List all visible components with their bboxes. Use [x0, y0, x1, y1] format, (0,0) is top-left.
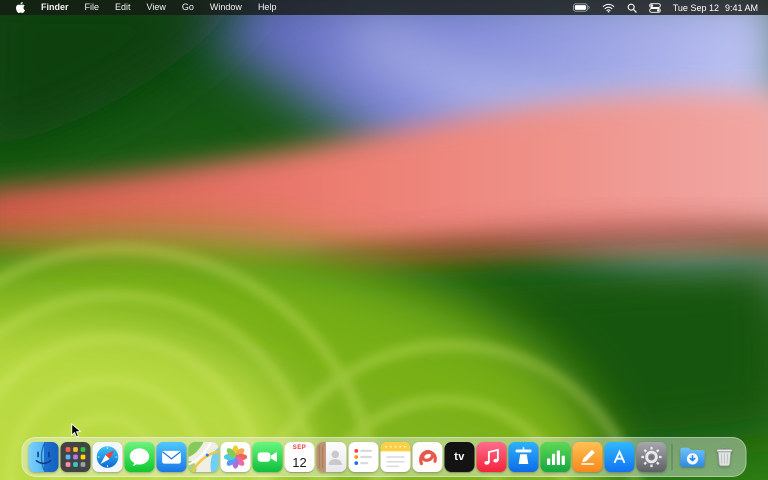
safari-icon	[92, 442, 123, 472]
date-label: Tue Sep 12	[672, 2, 719, 13]
menu-bar-left: Finder File Edit View Go Window Help	[8, 0, 284, 15]
downloads-icon	[678, 442, 708, 472]
dock-finder[interactable]	[28, 442, 59, 472]
tv-icon: tv	[444, 442, 475, 472]
trash-icon	[710, 442, 740, 472]
menu-file[interactable]: File	[77, 0, 108, 15]
dock-keynote[interactable]	[508, 442, 539, 472]
dock-appstore[interactable]	[604, 442, 635, 472]
photos-icon	[220, 442, 251, 472]
menu-bar-clock[interactable]: Tue Sep 12 9:41 AM	[667, 3, 760, 13]
menu-window[interactable]: Window	[202, 0, 250, 15]
menu-items: File Edit View Go Window Help	[77, 0, 285, 15]
dock-photos[interactable]	[220, 442, 251, 472]
dock-calendar[interactable]: SEP 12	[284, 442, 315, 472]
dock-downloads[interactable]	[678, 442, 708, 472]
freeform-icon	[412, 442, 443, 472]
dock-reminders[interactable]	[348, 442, 379, 472]
dock-numbers[interactable]	[540, 442, 571, 472]
dock-music[interactable]	[476, 442, 507, 472]
tv-wordmark: tv	[454, 451, 465, 463]
keynote-icon	[508, 442, 539, 472]
dock-items: SEP 12 tv	[28, 442, 740, 472]
dock-pages[interactable]	[572, 442, 603, 472]
dock-mail[interactable]	[156, 442, 187, 472]
mail-icon	[156, 442, 187, 472]
battery-status[interactable]	[567, 0, 596, 15]
dock-notes[interactable]	[380, 442, 411, 472]
calendar-icon: SEP 12	[284, 442, 315, 472]
dock-launchpad[interactable]	[60, 442, 91, 472]
numbers-icon	[540, 442, 571, 472]
control-center[interactable]	[643, 0, 667, 15]
launchpad-icon	[60, 442, 91, 472]
apple-menu[interactable]	[8, 0, 33, 15]
dock: SEP 12 tv	[21, 437, 747, 477]
dock-messages[interactable]	[124, 442, 155, 472]
finder-icon	[28, 442, 59, 472]
search-icon	[627, 3, 637, 13]
menu-bar: Finder File Edit View Go Window Help Tue Sep …	[0, 0, 768, 15]
dock-freeform[interactable]	[412, 442, 443, 472]
menu-edit[interactable]: Edit	[107, 0, 139, 15]
appstore-icon	[604, 442, 635, 472]
messages-icon	[124, 442, 155, 472]
apple-logo-icon	[16, 2, 25, 13]
menu-bar-right: Tue Sep 12 9:41 AM	[567, 0, 760, 15]
wifi-icon	[602, 3, 615, 13]
desktop-wallpaper	[0, 0, 768, 480]
dock-separator	[671, 444, 673, 470]
dock-facetime[interactable]	[252, 442, 283, 472]
battery-full-icon	[572, 3, 590, 12]
app-menu-finder[interactable]: Finder	[33, 0, 77, 15]
control-center-icon	[648, 2, 661, 13]
menu-help[interactable]: Help	[250, 0, 285, 15]
dock-tv[interactable]: tv	[444, 442, 475, 472]
reminders-icon	[348, 442, 379, 472]
dock-safari[interactable]	[92, 442, 123, 472]
dock-maps[interactable]	[188, 442, 219, 472]
dock-trash[interactable]	[710, 442, 740, 472]
dock-contacts[interactable]	[316, 442, 347, 472]
spotlight-search[interactable]	[621, 0, 643, 15]
facetime-icon	[252, 442, 283, 472]
calendar-month: SEP	[292, 445, 307, 451]
desktop[interactable]: Finder File Edit View Go Window Help Tue Sep …	[0, 0, 768, 480]
time-label: 9:41 AM	[724, 2, 758, 13]
contacts-icon	[316, 442, 347, 472]
calendar-day: 12	[292, 454, 307, 470]
pages-icon	[572, 442, 603, 472]
menu-view[interactable]: View	[139, 0, 174, 15]
music-icon	[476, 442, 507, 472]
maps-icon	[188, 442, 219, 472]
menu-go[interactable]: Go	[174, 0, 202, 15]
notes-icon	[380, 442, 411, 472]
wifi-status[interactable]	[596, 0, 621, 15]
dock-settings[interactable]	[636, 442, 667, 472]
settings-icon	[636, 442, 667, 472]
